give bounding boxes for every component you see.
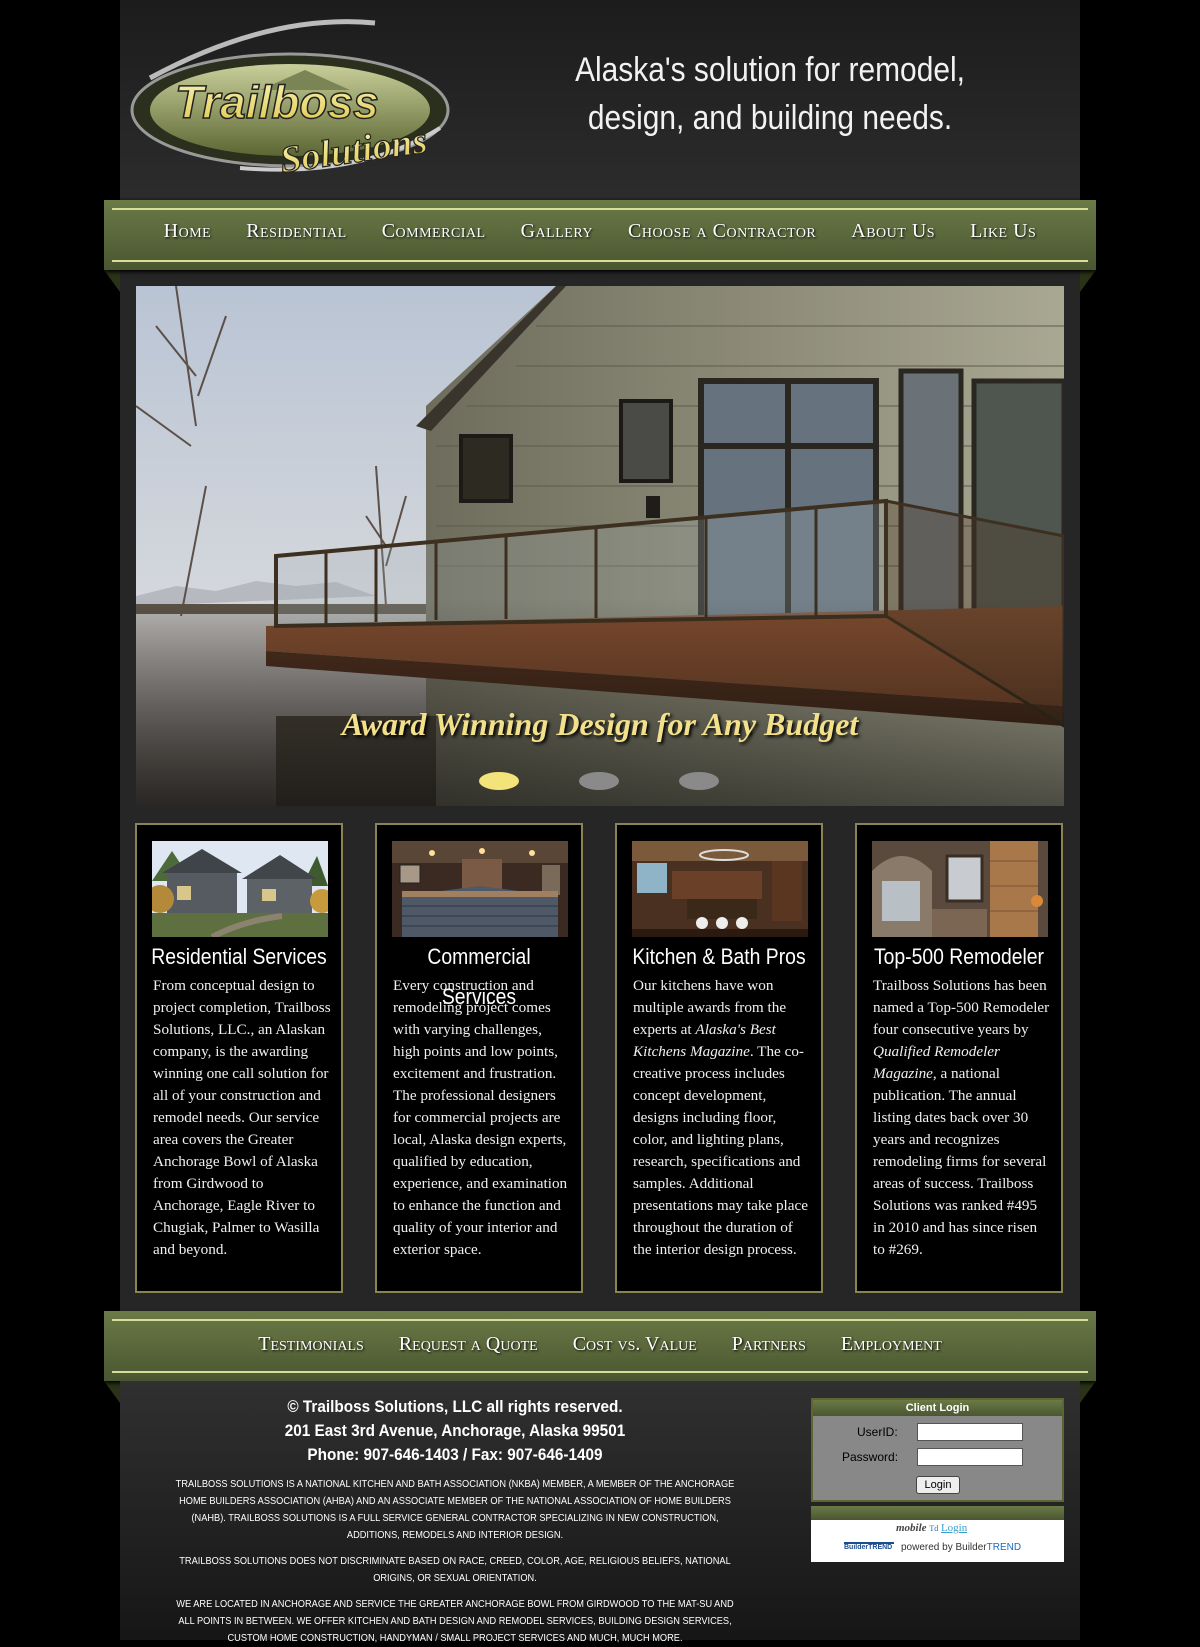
tagline-line-2: design, and building needs. xyxy=(587,99,953,137)
membership-text: Trailboss Solutions is a National Kitche… xyxy=(175,1478,735,1541)
non-discrimination-text: Trailboss Solutions does not discriminat… xyxy=(179,1555,731,1584)
login-button[interactable]: Login xyxy=(916,1476,960,1494)
top500-thumbnail[interactable] xyxy=(872,841,1048,937)
phone-fax: Phone: 907-646-1403 / Fax: 907-646-1409 xyxy=(307,1445,603,1464)
userid-input[interactable] xyxy=(917,1423,1023,1441)
card-text-top-500: Trailboss Solutions has been named a Top… xyxy=(873,977,1050,1258)
hero-caption: Award Winning Design for Any Budget xyxy=(341,706,859,742)
nav-like-us[interactable]: Like Us xyxy=(970,220,1036,243)
client-login-title: Client Login xyxy=(813,1400,1062,1416)
card-residential: Residential Services From conceptual des… xyxy=(135,823,343,1293)
powered-by-text: powered by BuilderTREND xyxy=(901,1542,1022,1553)
footer-nav-partners[interactable]: Partners xyxy=(732,1333,806,1356)
nav-residential[interactable]: Residential xyxy=(246,220,347,243)
password-label: Password: xyxy=(842,1450,899,1464)
nav-commercial[interactable]: Commercial xyxy=(382,220,486,243)
footer-info: © Trailboss Solutions, LLC all rights re… xyxy=(130,1395,780,1647)
residential-thumbnail[interactable] xyxy=(152,841,328,937)
slide-dot-1[interactable] xyxy=(479,772,519,790)
userid-label: UserID: xyxy=(857,1425,898,1439)
footer-nav-fold-right xyxy=(1080,1381,1096,1403)
hero-slideshow[interactable]: Award Winning Design for Any Budget xyxy=(136,286,1064,806)
slide-dot-2[interactable] xyxy=(579,772,619,790)
password-input[interactable] xyxy=(917,1448,1023,1466)
card-text-residential: From conceptual design to project comple… xyxy=(153,977,331,1258)
service-area-text: We are located in Anchorage and service … xyxy=(176,1598,734,1644)
card-text-commercial: Every construction and remodeling projec… xyxy=(393,977,568,1258)
card-kitchen-bath: Kitchen & Bath Pros Our kitchens have wo… xyxy=(615,823,823,1293)
client-login-box: Client Login UserID: Password: Login xyxy=(811,1398,1064,1502)
nav-fold-right xyxy=(1080,270,1096,292)
copyright: © Trailboss Solutions, LLC all rights re… xyxy=(287,1397,623,1416)
kitchen-thumbnail[interactable] xyxy=(632,841,808,937)
mobile-login-link[interactable]: mobile Td Login xyxy=(896,1522,967,1534)
card-top-500: Top-500 Remodeler Trailboss Solutions ha… xyxy=(855,823,1063,1293)
card-commercial: Commercial Services Every construction a… xyxy=(375,823,583,1293)
nav-fold-left xyxy=(104,270,120,292)
trailboss-logo[interactable]: Trailboss Solutions xyxy=(130,18,455,183)
footer-nav-employment[interactable]: Employment xyxy=(841,1333,942,1356)
footer-nav-testimonials[interactable]: Testimonials xyxy=(258,1333,364,1356)
card-title-residential: Residential Services xyxy=(151,944,327,969)
nav-home[interactable]: Home xyxy=(164,220,212,243)
nav-gallery[interactable]: Gallery xyxy=(521,220,593,243)
card-text-kitchen-bath: Our kitchens have won multiple awards fr… xyxy=(633,977,809,1258)
slide-dot-3[interactable] xyxy=(679,772,719,790)
footer-nav-cost-vs-value[interactable]: Cost vs. Value xyxy=(573,1333,697,1356)
nav-choose-contractor[interactable]: Choose a Contractor xyxy=(628,220,816,243)
buildertrend-logo[interactable]: BuilderTREND xyxy=(844,1542,894,1558)
commercial-thumbnail[interactable] xyxy=(392,841,568,937)
footer-nav-fold-left xyxy=(104,1381,120,1403)
tagline: Alaska's solution for remodel, design, a… xyxy=(550,46,990,142)
tagline-line-1: Alaska's solution for remodel, xyxy=(575,51,965,89)
main-nav: Home Residential Commercial Gallery Choo… xyxy=(104,200,1096,270)
card-title-kitchen-bath: Kitchen & Bath Pros xyxy=(632,944,806,969)
footer-nav: Testimonials Request a Quote Cost vs. Va… xyxy=(104,1311,1096,1381)
footer-nav-request-quote[interactable]: Request a Quote xyxy=(399,1333,538,1356)
card-title-top-500: Top-500 Remodeler xyxy=(873,944,1045,969)
logo-text-1: Trailboss xyxy=(175,76,379,128)
nav-about-us[interactable]: About Us xyxy=(851,220,935,243)
address: 201 East 3rd Avenue, Anchorage, Alaska 9… xyxy=(284,1421,626,1440)
mobile-login-box: mobile Td Login BuilderTREND powered by … xyxy=(811,1506,1064,1562)
